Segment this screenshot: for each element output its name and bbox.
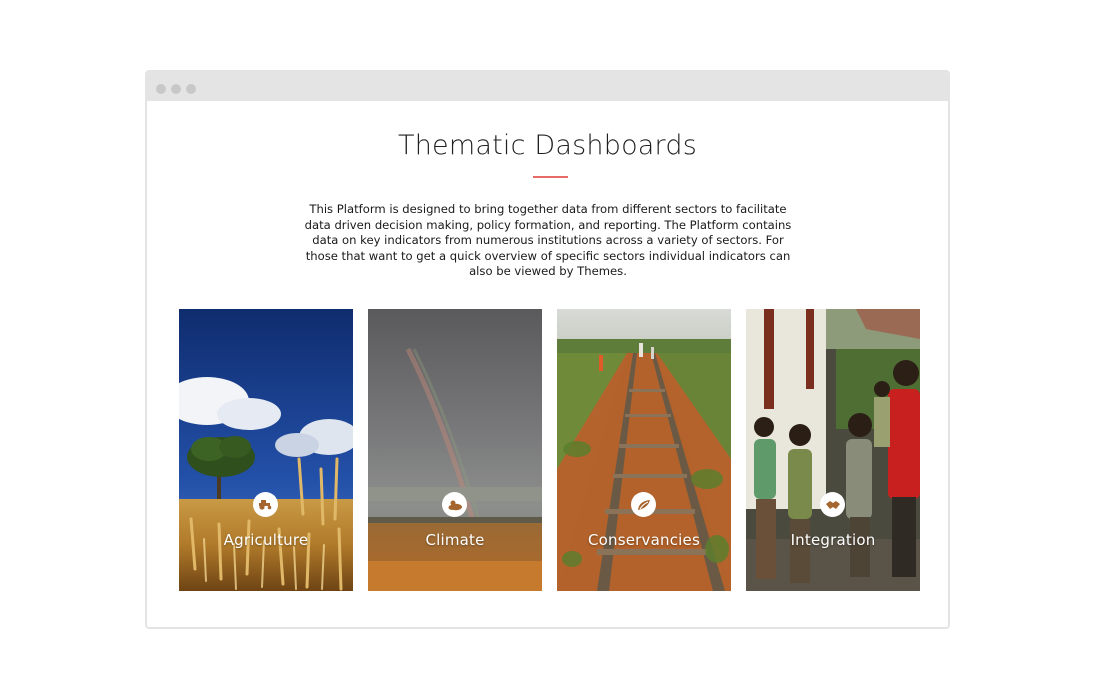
theme-label: Conservancies <box>587 531 700 549</box>
theme-card-agriculture[interactable]: Agriculture <box>179 309 353 591</box>
browser-window: Thematic Dashboards This Platform is des… <box>145 70 950 629</box>
theme-label: Agriculture <box>223 531 309 549</box>
window-dot-close[interactable] <box>156 84 166 94</box>
theme-card-conservancies[interactable]: Conservancies <box>557 309 731 591</box>
handshake-icon <box>820 492 845 517</box>
tractor-icon <box>253 492 278 517</box>
page-title: Thematic Dashboards <box>398 130 697 161</box>
window-dot-maximize[interactable] <box>186 84 196 94</box>
window-titlebar <box>147 72 948 101</box>
theme-card-climate[interactable]: Climate <box>368 309 542 591</box>
theme-card-integration[interactable]: Integration <box>746 309 920 591</box>
intro-paragraph: This Platform is designed to bring toget… <box>304 202 792 278</box>
cloud-sun-icon <box>442 492 467 517</box>
theme-label: Integration <box>790 531 876 549</box>
window-dot-minimize[interactable] <box>171 84 181 94</box>
leaf-shell-icon <box>631 492 656 517</box>
title-underline <box>533 176 568 178</box>
theme-label: Climate <box>425 531 485 549</box>
